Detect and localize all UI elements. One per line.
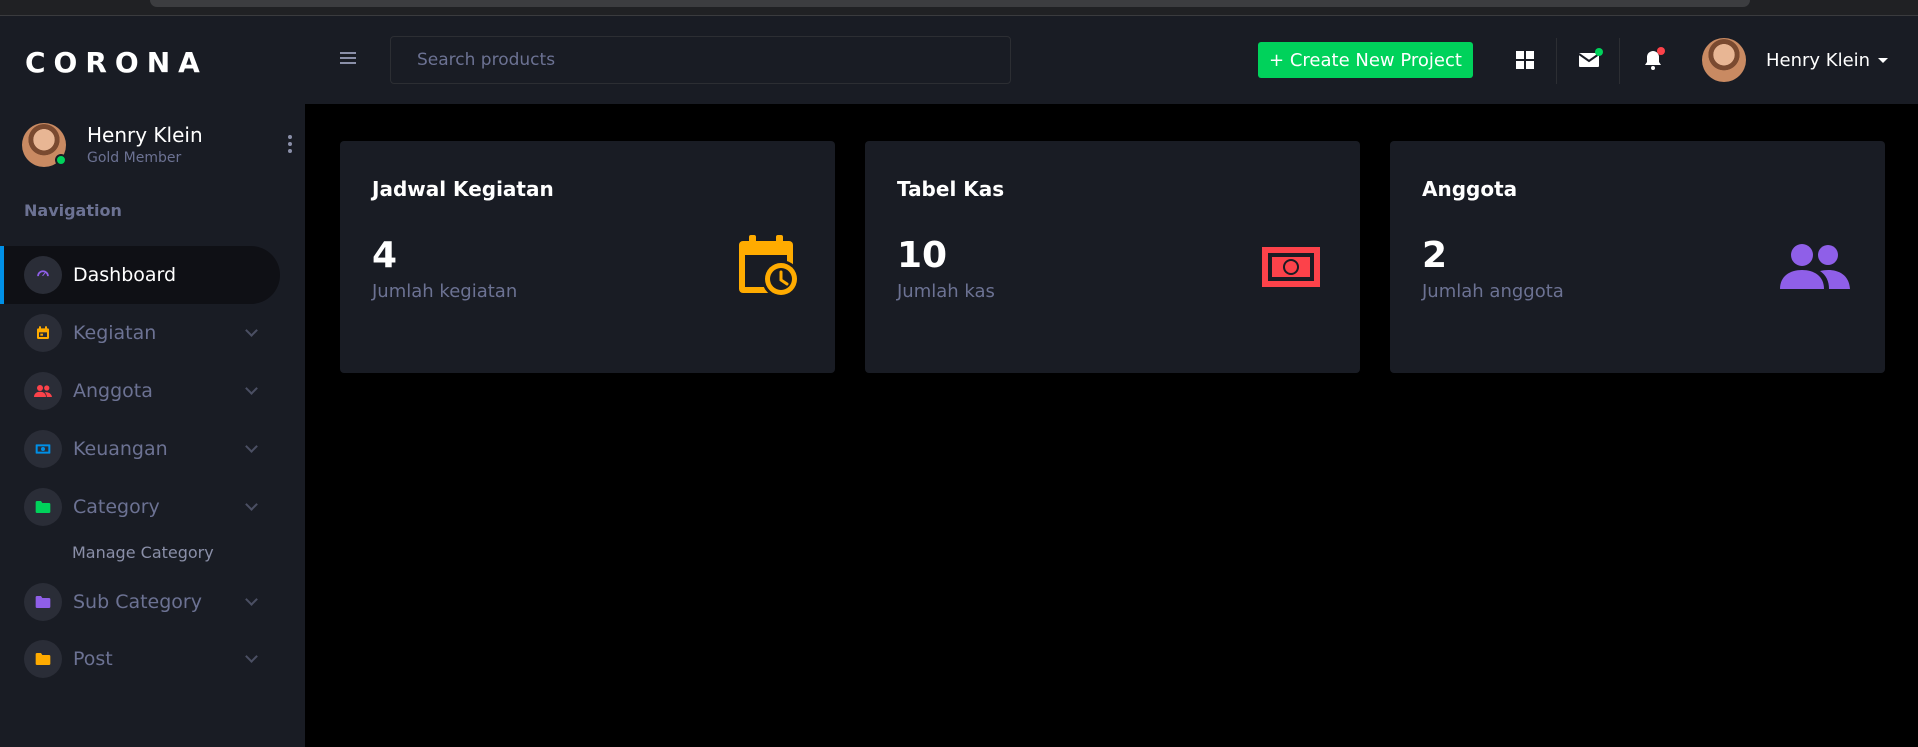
card-anggota: Anggota 2 Jumlah anggota <box>1390 141 1885 373</box>
cash-icon <box>24 430 62 468</box>
sidebar-item-label: Sub Category <box>73 591 202 613</box>
chevron-down-icon <box>245 650 258 663</box>
card-value: 2 <box>1422 235 1448 276</box>
sidebar-item-label: Keuangan <box>73 438 168 460</box>
sidebar-item-post[interactable]: Post <box>0 630 280 688</box>
more-options-icon[interactable] <box>280 131 300 157</box>
nav-heading: Navigation <box>24 201 122 220</box>
notification-badge <box>1657 47 1665 55</box>
online-status-dot <box>55 154 67 166</box>
chevron-down-icon <box>245 593 258 606</box>
search-input[interactable] <box>390 36 1011 84</box>
people-icon <box>1780 243 1850 295</box>
grid-icon[interactable] <box>1507 42 1543 78</box>
sidebar-item-label: Category <box>73 496 160 518</box>
card-value: 10 <box>897 235 948 276</box>
folder-icon <box>24 488 62 526</box>
card-title: Jadwal Kegiatan <box>372 177 554 201</box>
caret-down-icon <box>1878 57 1889 63</box>
brand-logo[interactable]: CORONA <box>25 46 208 79</box>
bell-icon[interactable] <box>1635 42 1671 78</box>
card-title: Anggota <box>1422 177 1518 201</box>
calendar-clock-icon <box>735 233 803 305</box>
create-project-button[interactable]: + Create New Project <box>1258 42 1473 78</box>
profile-role: Gold Member <box>87 150 182 166</box>
sidebar-item-label: Dashboard <box>73 264 177 286</box>
sidebar-item-label: Kegiatan <box>73 322 157 344</box>
card-value: 4 <box>372 235 398 276</box>
folder-icon <box>24 583 62 621</box>
divider <box>1619 38 1620 84</box>
sidebar-item-keuangan[interactable]: Keuangan <box>0 420 280 478</box>
card-subtitle: Jumlah kas <box>897 281 995 302</box>
card-title: Tabel Kas <box>897 177 1005 201</box>
card-subtitle: Jumlah kegiatan <box>372 281 518 302</box>
chevron-down-icon <box>245 498 258 511</box>
card-jadwal-kegiatan: Jadwal Kegiatan 4 Jumlah kegiatan <box>340 141 835 373</box>
chevron-down-icon <box>245 382 258 395</box>
sidebar-item-anggota[interactable]: Anggota <box>0 362 280 420</box>
sidebar-item-label: Anggota <box>73 380 153 402</box>
card-subtitle: Jumlah anggota <box>1422 281 1564 302</box>
mail-icon[interactable] <box>1571 42 1607 78</box>
cash-icon <box>1262 247 1320 291</box>
sidebar-item-kegiatan[interactable]: Kegiatan <box>0 304 280 362</box>
browser-chrome <box>0 0 1918 16</box>
calendar-icon <box>24 314 62 352</box>
card-tabel-kas: Tabel Kas 10 Jumlah kas <box>865 141 1360 373</box>
chevron-down-icon <box>245 440 258 453</box>
menu-toggle-icon[interactable] <box>340 52 356 64</box>
sidebar: CORONA Henry Klein Gold Member Navigatio… <box>0 16 305 747</box>
sidebar-subitem-manage-category[interactable]: Manage Category <box>72 543 214 562</box>
chevron-down-icon <box>245 324 258 337</box>
people-icon <box>24 372 62 410</box>
sidebar-profile[interactable]: Henry Klein Gold Member <box>22 119 292 171</box>
sidebar-item-sub-category[interactable]: Sub Category <box>0 573 280 631</box>
divider <box>1556 38 1557 84</box>
profile-name: Henry Klein <box>87 123 203 147</box>
user-menu[interactable]: Henry Klein <box>1702 36 1902 84</box>
avatar <box>22 123 67 167</box>
top-navbar: + Create New Project Henry Klein <box>305 16 1918 104</box>
sidebar-item-category[interactable]: Category <box>0 478 280 536</box>
sidebar-item-dashboard[interactable]: Dashboard <box>0 246 280 304</box>
speedometer-icon <box>24 256 62 294</box>
sidebar-item-label: Post <box>73 648 113 670</box>
user-name: Henry Klein <box>1766 49 1871 71</box>
folder-icon <box>24 640 62 678</box>
browser-address-bar <box>150 0 1750 7</box>
mail-badge <box>1595 48 1603 56</box>
avatar <box>1702 38 1746 82</box>
